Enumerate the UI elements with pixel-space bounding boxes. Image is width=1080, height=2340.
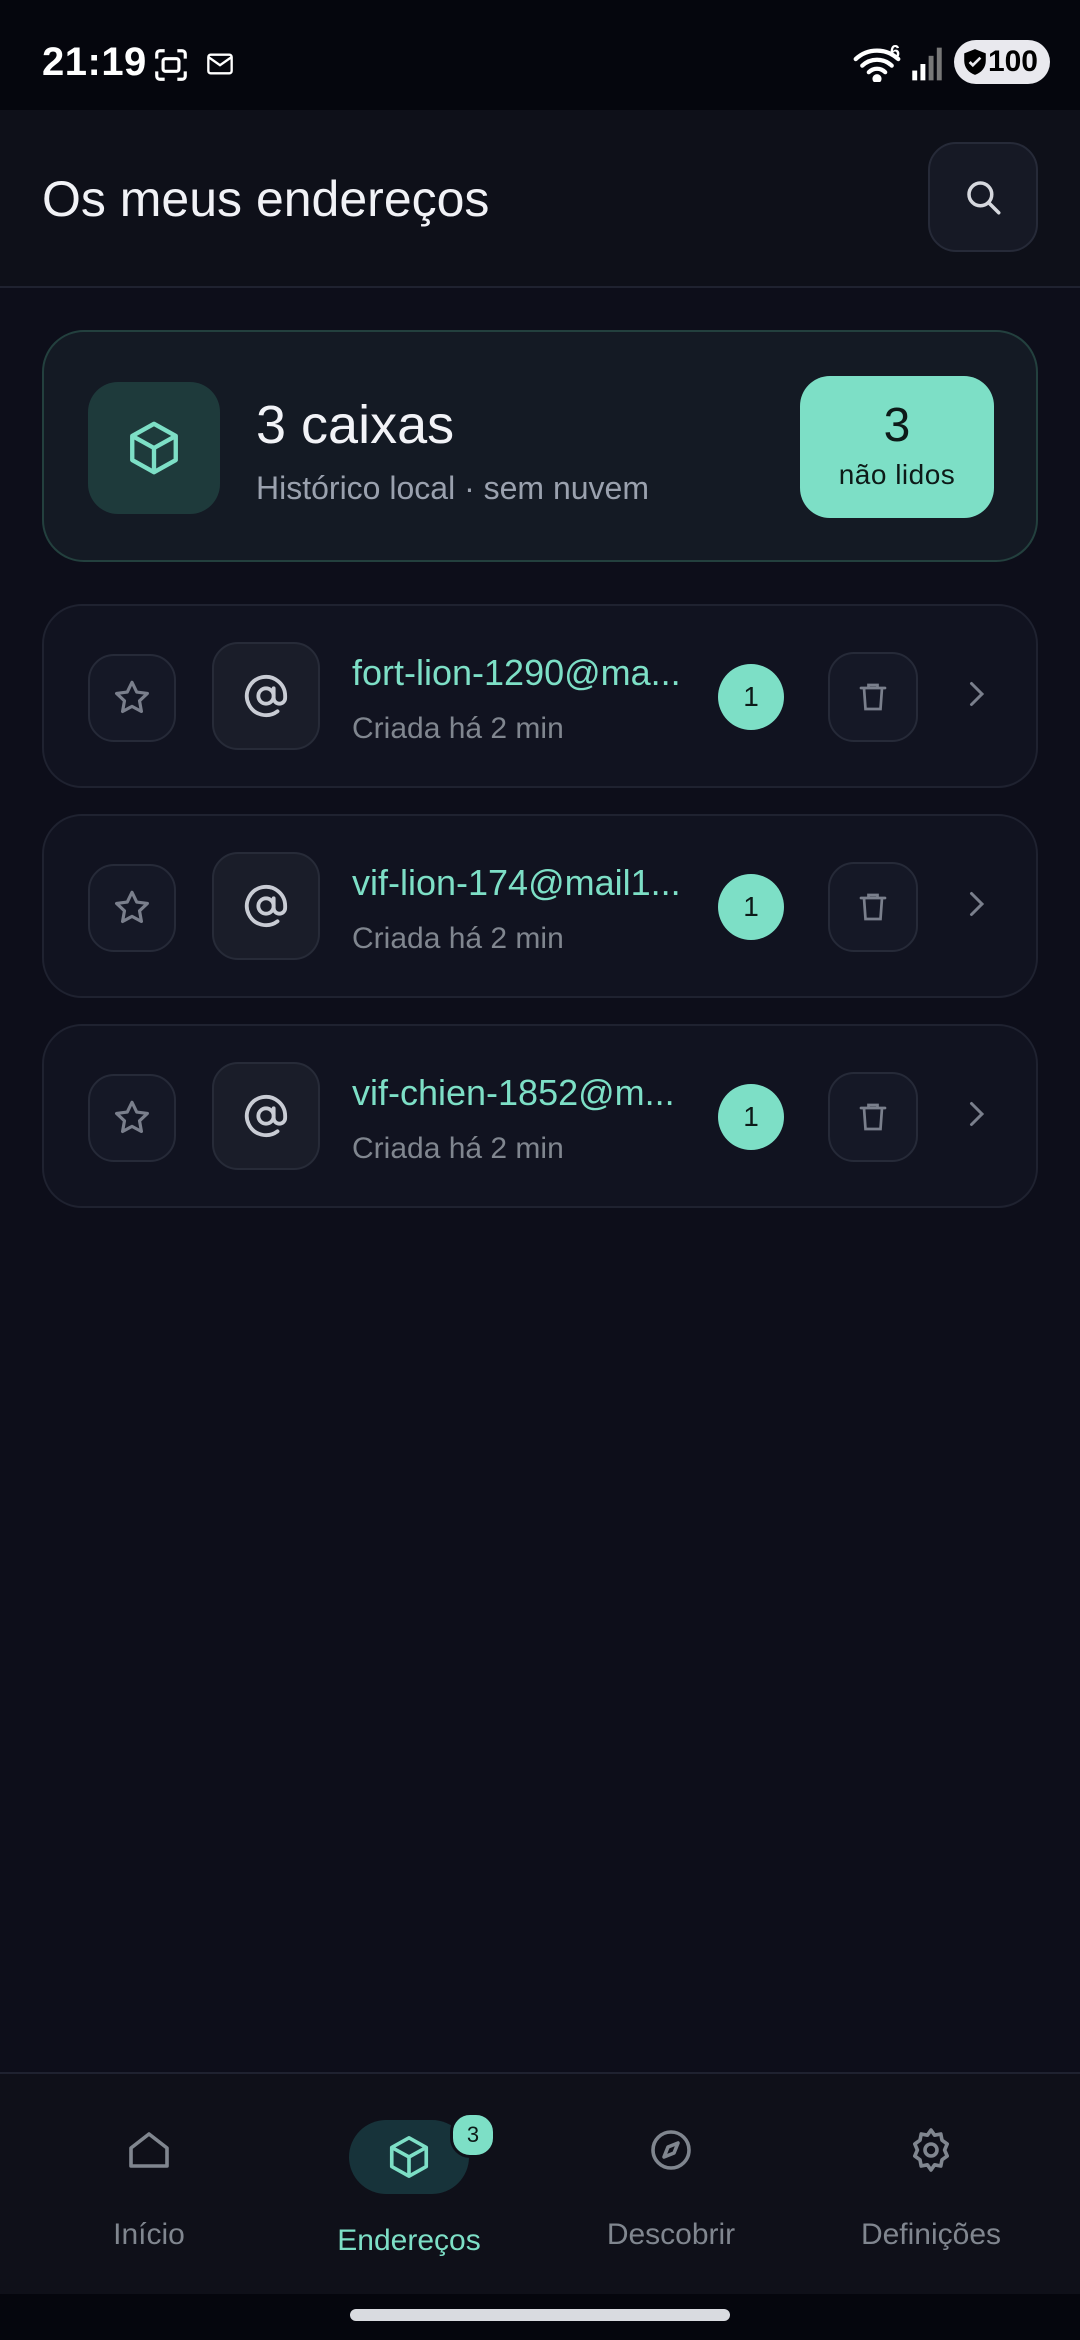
gear-icon bbox=[907, 2126, 955, 2174]
email-avatar bbox=[212, 852, 320, 960]
page-title: Os meus endereços bbox=[42, 171, 490, 227]
home-indicator[interactable] bbox=[350, 2309, 730, 2321]
unread-count: 3 bbox=[883, 399, 911, 452]
screenshot-icon bbox=[152, 46, 190, 89]
trash-icon bbox=[859, 1103, 887, 1131]
unread-label: não lidos bbox=[838, 459, 956, 490]
nav-label: Definições bbox=[860, 2218, 1002, 2251]
nav-item-home[interactable]: Início bbox=[14, 2074, 284, 2296]
email-avatar bbox=[212, 642, 320, 750]
favorite-button[interactable] bbox=[88, 864, 176, 952]
box-icon bbox=[386, 2134, 432, 2180]
search-icon bbox=[967, 181, 1001, 215]
favorite-button[interactable] bbox=[88, 1074, 176, 1162]
trash-icon bbox=[859, 893, 887, 921]
unread-badge: 1 bbox=[718, 1084, 784, 1150]
compass-icon bbox=[647, 2126, 695, 2174]
chevron-right-icon[interactable] bbox=[958, 676, 994, 717]
signal-icon bbox=[910, 46, 944, 87]
nav-item-settings[interactable]: Definições bbox=[796, 2074, 1066, 2296]
nav-item-discover[interactable]: Descobrir bbox=[536, 2074, 806, 2296]
unread-badge: 1 bbox=[718, 664, 784, 730]
favorite-button[interactable] bbox=[88, 654, 176, 742]
email-address: vif-chien-1852@m... bbox=[352, 1072, 675, 1113]
shield-icon bbox=[962, 48, 988, 84]
mail-icon bbox=[206, 52, 234, 81]
bottom-navigation: Início 3 Endereços Descobrir Definições bbox=[0, 2072, 1080, 2296]
address-row[interactable]: vif-chien-1852@m... Criada há 2 min 1 bbox=[42, 1024, 1038, 1208]
summary-card: 3 caixas Histórico local · sem nuvem 3 n… bbox=[42, 330, 1038, 562]
box-icon bbox=[130, 421, 178, 475]
summary-icon-box bbox=[88, 382, 220, 514]
nav-label: Início bbox=[113, 2218, 185, 2251]
home-icon bbox=[125, 2126, 173, 2174]
chevron-right-icon[interactable] bbox=[958, 886, 994, 927]
email-avatar bbox=[212, 1062, 320, 1170]
nav-badge: 3 bbox=[450, 2112, 496, 2158]
at-sign-icon bbox=[244, 884, 288, 928]
email-address: fort-lion-1290@ma... bbox=[352, 652, 681, 693]
unread-badge: 1 bbox=[718, 874, 784, 940]
trash-icon bbox=[859, 683, 887, 711]
search-button[interactable] bbox=[928, 142, 1038, 252]
status-time: 21:19 bbox=[42, 40, 147, 84]
chevron-right-icon[interactable] bbox=[958, 1096, 994, 1137]
star-icon bbox=[115, 680, 149, 714]
nav-label: Endereços bbox=[337, 2224, 481, 2257]
at-sign-icon bbox=[244, 1094, 288, 1138]
network-badge: 6 bbox=[890, 42, 901, 62]
battery-indicator: 100 bbox=[954, 40, 1050, 84]
email-address: vif-lion-174@mail1... bbox=[352, 862, 681, 903]
app-header: Os meus endereços bbox=[0, 110, 1080, 288]
address-row[interactable]: fort-lion-1290@ma... Criada há 2 min 1 bbox=[42, 604, 1038, 788]
delete-button[interactable] bbox=[828, 862, 918, 952]
battery-level: 100 bbox=[987, 45, 1038, 78]
mailbox-count: 3 caixas bbox=[256, 395, 455, 455]
summary-subtitle: Histórico local · sem nuvem bbox=[256, 470, 649, 506]
created-time: Criada há 2 min bbox=[352, 1132, 564, 1165]
created-time: Criada há 2 min bbox=[352, 922, 564, 955]
nav-label: Descobrir bbox=[606, 2218, 736, 2251]
nav-item-addresses[interactable]: 3 Endereços bbox=[274, 2074, 544, 2296]
unread-summary[interactable]: 3 não lidos bbox=[800, 376, 994, 518]
star-icon bbox=[115, 890, 149, 924]
delete-button[interactable] bbox=[828, 652, 918, 742]
status-bar: 21:19 6 100 bbox=[0, 0, 1080, 110]
delete-button[interactable] bbox=[828, 1072, 918, 1162]
at-sign-icon bbox=[244, 674, 288, 718]
star-icon bbox=[115, 1100, 149, 1134]
created-time: Criada há 2 min bbox=[352, 712, 564, 745]
address-row[interactable]: vif-lion-174@mail1... Criada há 2 min 1 bbox=[42, 814, 1038, 998]
